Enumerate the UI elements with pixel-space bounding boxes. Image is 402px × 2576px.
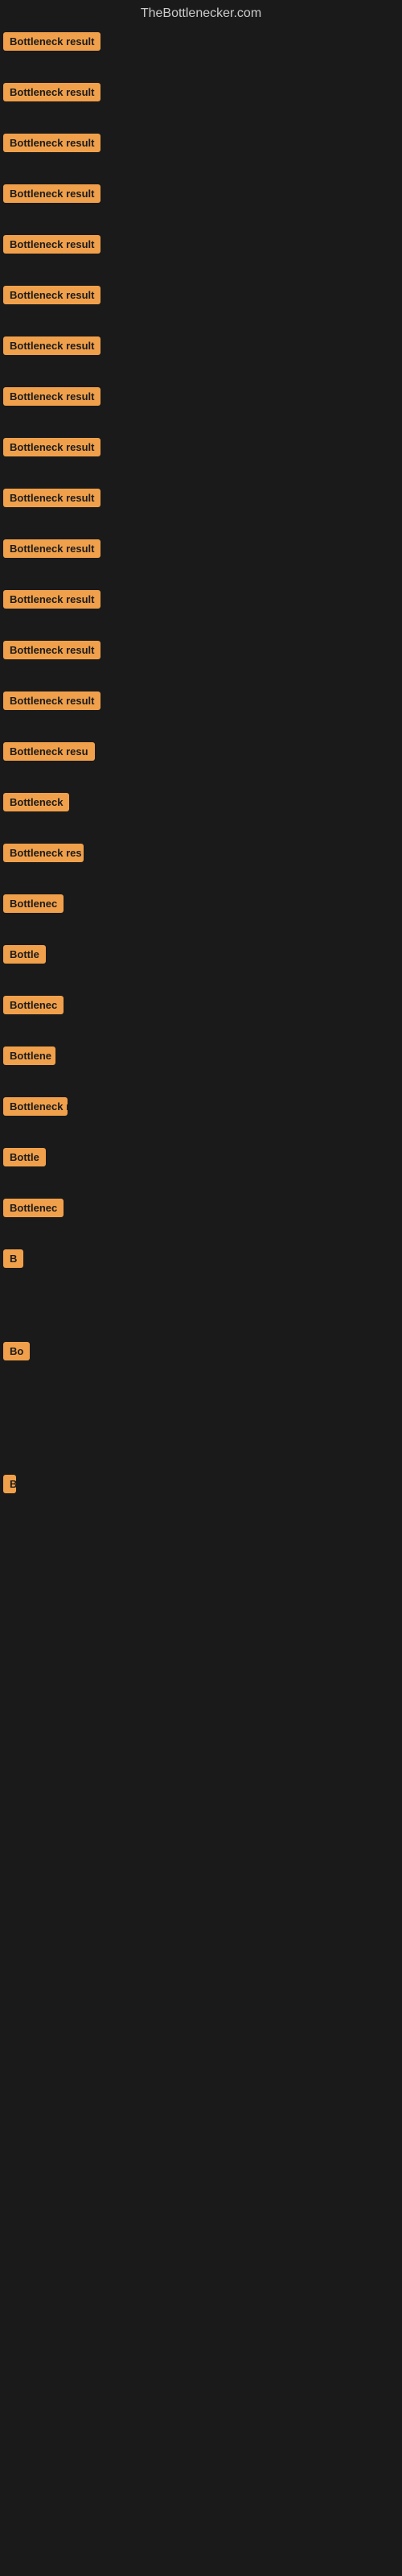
result-row: Bottleneck result bbox=[0, 382, 402, 411]
bottleneck-result-label[interactable]: Bottleneck result bbox=[3, 134, 100, 152]
bottleneck-result-label[interactable]: Bottlenec bbox=[3, 1199, 64, 1217]
result-row: Bottleneck bbox=[0, 788, 402, 816]
bottleneck-result-label[interactable]: B bbox=[3, 1475, 16, 1493]
result-row: Bottle bbox=[0, 940, 402, 968]
result-row: Bottlene bbox=[0, 1042, 402, 1070]
result-row: Bottleneck result bbox=[0, 281, 402, 309]
row-spacer bbox=[0, 918, 402, 940]
bottleneck-result-label[interactable]: Bottlenec bbox=[3, 996, 64, 1014]
result-row: B bbox=[0, 1245, 402, 1273]
row-spacer bbox=[0, 1019, 402, 1042]
row-spacer bbox=[0, 208, 402, 230]
bottleneck-result-label[interactable]: Bottleneck resu bbox=[3, 742, 95, 761]
result-row: Bottleneck result bbox=[0, 332, 402, 360]
row-spacer bbox=[0, 1222, 402, 1245]
row-spacer bbox=[0, 1070, 402, 1092]
bottleneck-result-label[interactable]: Bottle bbox=[3, 1148, 46, 1166]
result-row: Bottleneck result bbox=[0, 27, 402, 56]
bottleneck-result-label[interactable]: Bottleneck result bbox=[3, 590, 100, 609]
bottleneck-result-label[interactable]: Bottlenec bbox=[3, 894, 64, 913]
bottleneck-result-label[interactable]: Bottleneck result bbox=[3, 235, 100, 254]
bottleneck-result-label[interactable]: Bottleneck result bbox=[3, 286, 100, 304]
bottleneck-result-label[interactable]: Bottleneck result bbox=[3, 387, 100, 406]
bottleneck-result-label[interactable]: Bottleneck result bbox=[3, 438, 100, 456]
result-row: Bottle bbox=[0, 1143, 402, 1171]
row-spacer bbox=[0, 360, 402, 382]
bottleneck-result-label[interactable]: Bottleneck result bbox=[3, 539, 100, 558]
result-row: Bottleneck result bbox=[0, 433, 402, 461]
row-spacer bbox=[0, 411, 402, 433]
result-row: Bottleneck result bbox=[0, 535, 402, 563]
row-spacer bbox=[0, 664, 402, 687]
row-spacer bbox=[0, 968, 402, 991]
bottleneck-result-label[interactable]: Bottleneck result bbox=[3, 691, 100, 710]
result-row: Bottleneck res bbox=[0, 839, 402, 867]
row-spacer bbox=[0, 563, 402, 585]
row-spacer bbox=[0, 309, 402, 332]
result-row: Bottleneck result bbox=[0, 585, 402, 613]
bottleneck-result-label[interactable]: B bbox=[3, 1249, 23, 1268]
result-row: Bottleneck r bbox=[0, 1092, 402, 1121]
row-spacer bbox=[0, 106, 402, 129]
bottleneck-result-label[interactable]: Bottleneck bbox=[3, 793, 69, 811]
row-spacer bbox=[0, 1498, 402, 1627]
row-spacer bbox=[0, 867, 402, 890]
row-spacer bbox=[0, 1171, 402, 1194]
bottleneck-result-label[interactable]: Bo bbox=[3, 1342, 30, 1360]
result-row: Bottlenec bbox=[0, 991, 402, 1019]
result-row: B bbox=[0, 1470, 402, 1498]
result-row: Bottlenec bbox=[0, 890, 402, 918]
bottleneck-result-label[interactable]: Bottlene bbox=[3, 1046, 55, 1065]
site-title: TheBottlenecker.com bbox=[0, 0, 402, 27]
bottleneck-result-label[interactable]: Bottleneck result bbox=[3, 336, 100, 355]
row-spacer bbox=[0, 1365, 402, 1470]
result-row: Bottleneck result bbox=[0, 230, 402, 258]
bottleneck-result-label[interactable]: Bottleneck r bbox=[3, 1097, 68, 1116]
bottleneck-result-label[interactable]: Bottleneck result bbox=[3, 32, 100, 51]
row-spacer bbox=[0, 613, 402, 636]
result-row: Bottleneck result bbox=[0, 180, 402, 208]
row-spacer bbox=[0, 1273, 402, 1337]
row-spacer bbox=[0, 1121, 402, 1143]
row-spacer bbox=[0, 766, 402, 788]
bottleneck-result-label[interactable]: Bottleneck res bbox=[3, 844, 84, 862]
bottleneck-result-label[interactable]: Bottle bbox=[3, 945, 46, 964]
bottleneck-result-label[interactable]: Bottleneck result bbox=[3, 83, 100, 101]
result-row: Bottleneck result bbox=[0, 129, 402, 157]
result-row: Bo bbox=[0, 1337, 402, 1365]
bottleneck-result-label[interactable]: Bottleneck result bbox=[3, 641, 100, 659]
result-row: Bottleneck result bbox=[0, 687, 402, 715]
row-spacer bbox=[0, 512, 402, 535]
result-row: Bottleneck result bbox=[0, 484, 402, 512]
result-row: Bottlenec bbox=[0, 1194, 402, 1222]
result-row: Bottleneck result bbox=[0, 636, 402, 664]
bottleneck-result-label[interactable]: Bottleneck result bbox=[3, 489, 100, 507]
row-spacer bbox=[0, 157, 402, 180]
bottleneck-result-label[interactable]: Bottleneck result bbox=[3, 184, 100, 203]
row-spacer bbox=[0, 816, 402, 839]
row-spacer bbox=[0, 56, 402, 78]
result-row: Bottleneck resu bbox=[0, 737, 402, 766]
row-spacer bbox=[0, 715, 402, 737]
row-spacer bbox=[0, 461, 402, 484]
result-row: Bottleneck result bbox=[0, 78, 402, 106]
row-spacer bbox=[0, 258, 402, 281]
